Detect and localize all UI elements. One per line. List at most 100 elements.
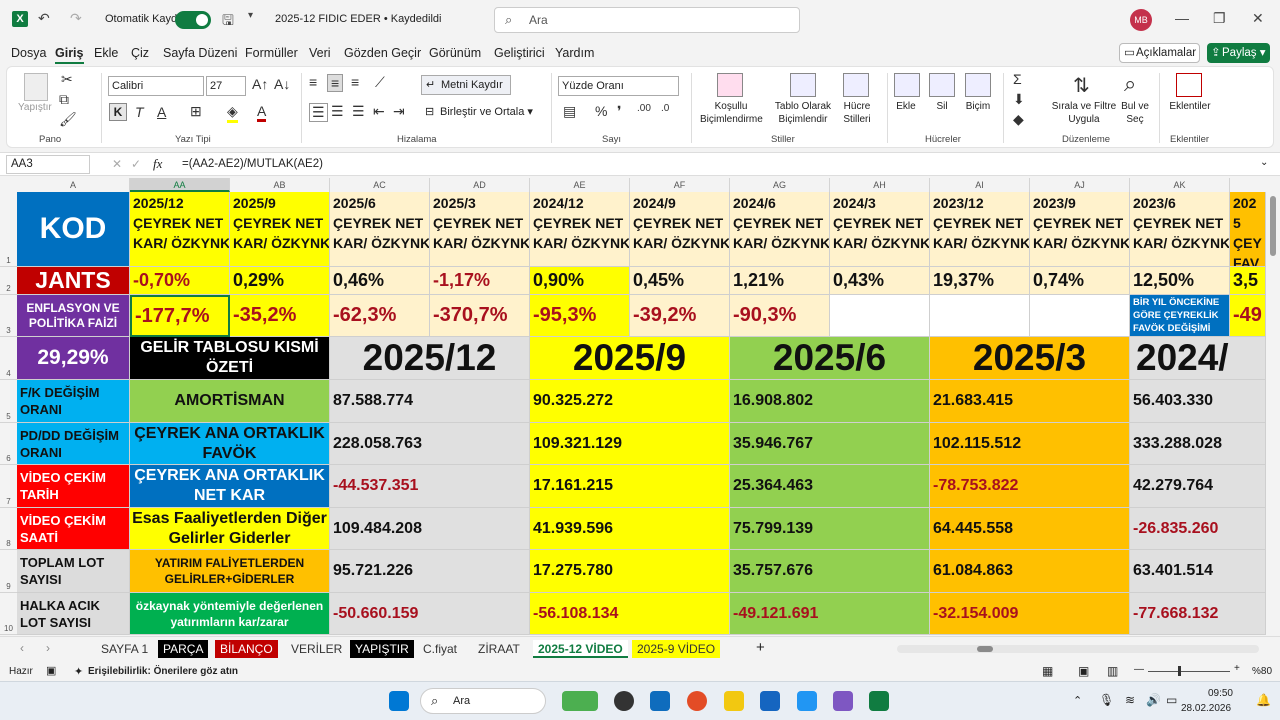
value-cell[interactable]: -78.753.822	[930, 465, 1130, 508]
zoom-slider-thumb[interactable]	[1178, 666, 1181, 676]
taskbar-search[interactable]: ⌕ Ara	[420, 688, 546, 714]
row2-cell[interactable]: 0,46%	[330, 267, 430, 295]
row3-cell[interactable]: -62,3%	[330, 295, 430, 337]
zoom-out-icon[interactable]: —	[1134, 664, 1144, 675]
number-format-select[interactable]: Yüzde Oranı	[558, 76, 679, 96]
col-header-af[interactable]: AF	[630, 178, 730, 192]
windows-start-icon[interactable]	[389, 691, 409, 711]
customize-icon[interactable]: ▾	[248, 10, 253, 21]
col-header-ai[interactable]: AI	[930, 178, 1030, 192]
cell-a7[interactable]: VİDEO ÇEKİM TARİH	[17, 465, 130, 508]
maximize-icon[interactable]: ❐	[1213, 10, 1226, 27]
save-icon[interactable]: 🖫	[222, 10, 234, 34]
tab-2025-12-video[interactable]: 2025-12 VİDEO	[533, 640, 628, 658]
cell-a5[interactable]: F/K DEĞİŞİM ORANI	[17, 380, 130, 423]
undo-icon[interactable]: ↶	[38, 10, 50, 27]
row2-cell[interactable]: 0,45%	[630, 267, 730, 295]
paste-label[interactable]: Yapıştır	[18, 101, 52, 114]
label-cell[interactable]: YATIRIM FALİYETLERDEN GELİRLER+GİDERLER	[130, 550, 330, 593]
label-cell[interactable]: özkaynak yöntemiyle değerlenen yatırımla…	[130, 593, 330, 635]
hscroll-thumb[interactable]	[977, 646, 993, 652]
document-title[interactable]: 2025-12 FIDIC EDER • Kaydedildi	[275, 13, 441, 25]
decrease-indent-icon[interactable]: ⇤	[373, 103, 385, 120]
row3-cell[interactable]: -95,3%	[530, 295, 630, 337]
header-cell[interactable]: 2023/9 ÇEYREK NET KAR/ ÖZKYNK	[1030, 192, 1130, 267]
row3-cell[interactable]: -90,3%	[730, 295, 830, 337]
value-cell[interactable]: 64.445.558	[930, 508, 1130, 550]
scroll-thumb[interactable]	[1270, 196, 1276, 256]
header-cell[interactable]: 2025/6 ÇEYREK NET KAR/ ÖZKYNK	[330, 192, 430, 267]
font-color-icon[interactable]: A	[257, 103, 267, 122]
autosave-toggle[interactable]	[175, 11, 211, 29]
enter-icon[interactable]: ✓	[131, 157, 141, 171]
search-box[interactable]: ⌕ Ara	[494, 7, 800, 33]
year-cell[interactable]: 2025/9	[530, 337, 730, 380]
page-break-icon[interactable]: ▥	[1107, 664, 1118, 678]
formula-input[interactable]: =(AA2-AE2)/MUTLAK(AE2)	[182, 158, 323, 170]
year-cell[interactable]: 2024/	[1130, 337, 1266, 380]
header-cell-partial[interactable]: 2025 ÇEY FAVÖ ÖZKY	[1230, 192, 1266, 267]
row3-cell[interactable]: -39,2%	[630, 295, 730, 337]
value-cell[interactable]: 109.484.208	[330, 508, 530, 550]
row-header-4[interactable]: 4	[0, 337, 17, 380]
horizontal-scrollbar[interactable]	[897, 645, 1259, 653]
row3-cell-selected[interactable]: -177,7%	[130, 295, 230, 337]
value-cell[interactable]: 21.683.415	[930, 380, 1130, 423]
header-cell[interactable]: 2025/9 ÇEYREK NET KAR/ ÖZKYNK	[230, 192, 330, 267]
paste-icon[interactable]	[24, 73, 48, 101]
clear-icon[interactable]: ◆	[1013, 111, 1024, 128]
wifi-icon[interactable]: ≋	[1125, 693, 1135, 707]
conditional-format-button[interactable]: Koşullu Biçimlendirme	[700, 100, 763, 126]
col-header-ab[interactable]: AB	[230, 178, 330, 192]
cut-icon[interactable]: ✂	[61, 71, 73, 88]
value-cell[interactable]: 90.325.272	[530, 380, 730, 423]
avatar[interactable]: MB	[1130, 9, 1152, 31]
font-size-select[interactable]: 27	[206, 76, 246, 96]
app-icon[interactable]	[614, 691, 634, 711]
value-cell[interactable]: -50.660.159	[330, 593, 530, 635]
row3-note-cell[interactable]: BİR YIL ÖNCEKİNE GÖRE ÇEYREKLİK FAVÖK DE…	[1130, 295, 1230, 337]
value-cell[interactable]: 35.946.767	[730, 423, 930, 465]
clipchamp-icon[interactable]	[833, 691, 853, 711]
prev-sheet-icon[interactable]: ‹	[20, 641, 24, 655]
shrink-font-icon[interactable]: A↓	[274, 76, 290, 92]
tab-cfiyat[interactable]: C.fiyat	[418, 640, 462, 658]
cell-a1[interactable]: KOD	[17, 192, 130, 267]
col-header-ae[interactable]: AE	[530, 178, 630, 192]
value-cell[interactable]: 17.275.780	[530, 550, 730, 593]
label-cell[interactable]: ÇEYREK ANA ORTAKLIK NET KAR	[130, 465, 330, 508]
tab-sayfa-1[interactable]: SAYFA 1	[96, 640, 153, 658]
comma-icon[interactable]: ❜	[617, 103, 622, 120]
value-cell[interactable]: 35.757.676	[730, 550, 930, 593]
close-icon[interactable]: ✕	[1252, 10, 1264, 27]
find-select-button[interactable]: Bul ve Seç	[1117, 100, 1153, 126]
row3-cell[interactable]: -35,2%	[230, 295, 330, 337]
row-header-10[interactable]: 10	[0, 593, 17, 635]
header-cell[interactable]: 2023/6 ÇEYREK NET KAR/ ÖZKYNK	[1130, 192, 1230, 267]
value-cell[interactable]: 95.721.226	[330, 550, 530, 593]
volume-icon[interactable]: 🔊	[1146, 693, 1161, 707]
add-sheet-icon[interactable]: +	[756, 639, 765, 656]
col-header-a[interactable]: A	[17, 178, 130, 192]
cell-a10[interactable]: HALKA ACIK LOT SAYISI	[17, 593, 130, 635]
wrap-text-button[interactable]: ↵ Metni Kaydır	[421, 75, 511, 95]
header-cell[interactable]: 2024/3 ÇEYREK NET KAR/ ÖZKYNK	[830, 192, 930, 267]
value-cell[interactable]: -32.154.009	[930, 593, 1130, 635]
microphone-icon[interactable]: 🎙	[1099, 693, 1114, 707]
value-cell[interactable]: 61.084.863	[930, 550, 1130, 593]
col-header-ak[interactable]: AK	[1130, 178, 1230, 192]
underline-button[interactable]: A	[157, 104, 166, 120]
cell-a8[interactable]: VİDEO ÇEKİM SAATİ	[17, 508, 130, 550]
label-cell[interactable]: Esas Faaliyetlerden Diğer Gelirler Gider…	[130, 508, 330, 550]
col-header-aa[interactable]: AA	[130, 178, 230, 192]
align-middle-icon[interactable]: ≡	[327, 74, 344, 92]
row2-cell[interactable]: -0,70%	[130, 267, 230, 295]
cell-b4-title[interactable]: GELİR TABLOSU KISMİ ÖZETİ	[130, 337, 330, 380]
sort-filter-icon[interactable]: ⇅	[1073, 73, 1090, 98]
vertical-scrollbar[interactable]	[1266, 178, 1280, 635]
value-cell[interactable]: -44.537.351	[330, 465, 530, 508]
value-cell[interactable]: 102.115.512	[930, 423, 1130, 465]
notification-icon[interactable]: 🔔	[1256, 693, 1271, 707]
increase-indent-icon[interactable]: ⇥	[393, 103, 405, 120]
addins-button[interactable]: Eklentiler	[1165, 100, 1215, 113]
